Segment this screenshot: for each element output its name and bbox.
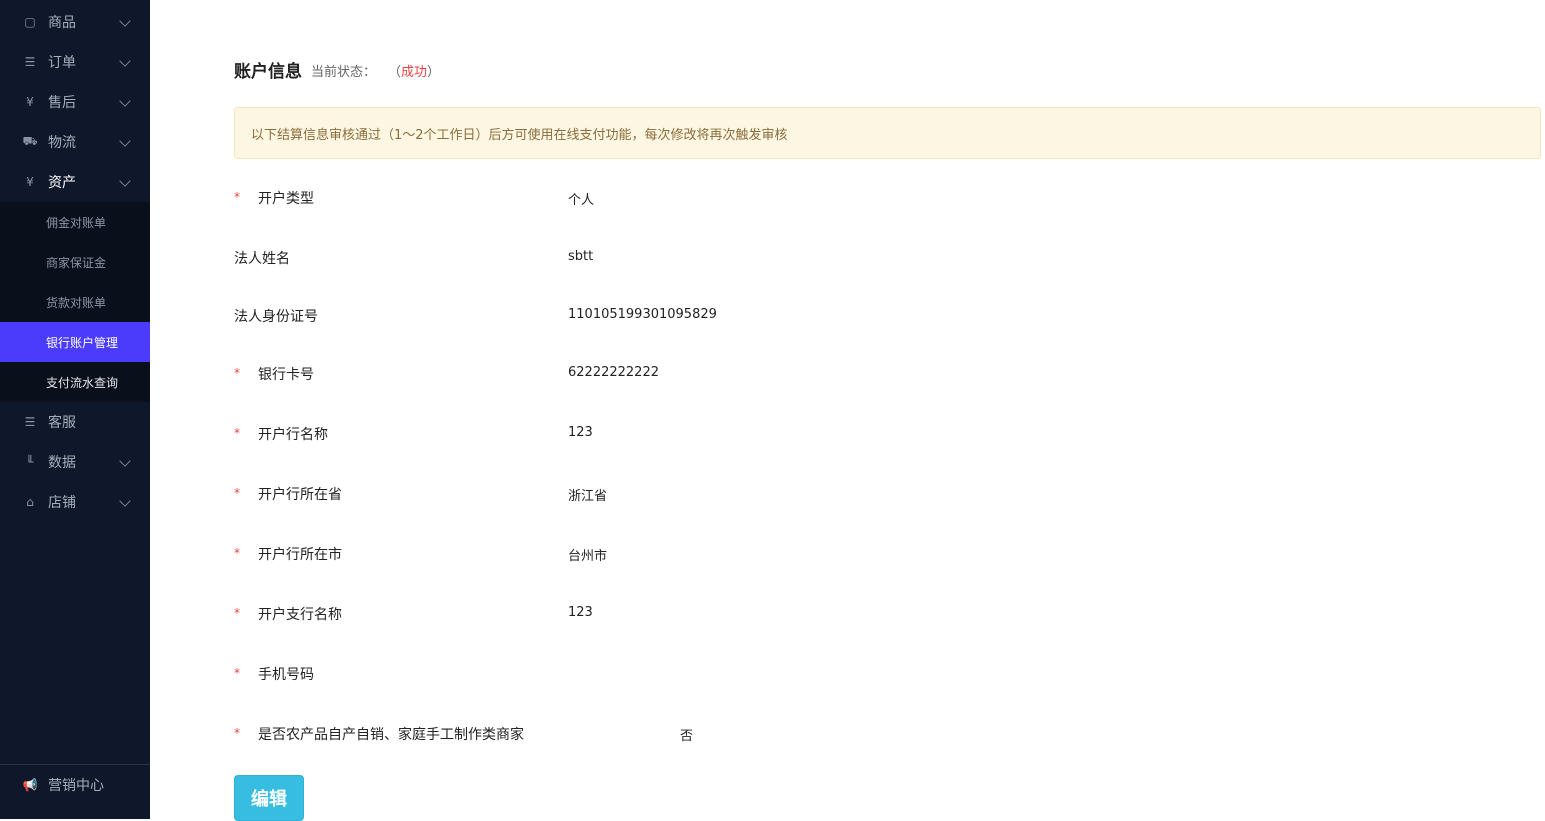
field-row: * 银行卡号 62222222222	[234, 364, 1234, 384]
field-row: * 开户支行名称 123	[234, 604, 1234, 624]
nav-item-data[interactable]: ╙ 数据	[0, 442, 150, 482]
chevron-down-icon	[119, 455, 130, 466]
subnav-commission[interactable]: 佣金对账单	[0, 202, 150, 242]
field-label: 开户类型	[258, 188, 314, 208]
paren-open: （	[388, 65, 401, 80]
edit-button[interactable]: 编辑	[234, 775, 304, 821]
subnav-bank-account[interactable]: 银行账户管理	[0, 322, 150, 362]
nav-item-assets[interactable]: ¥ 资产	[0, 162, 150, 202]
nav-item-store[interactable]: ⌂ 店铺	[0, 482, 150, 522]
chevron-down-icon	[119, 135, 130, 146]
field-value: 浙江省	[568, 485, 607, 504]
status-badge: （成功）	[388, 61, 440, 80]
nav-label: 客服	[48, 412, 76, 432]
nav-label: 商品	[48, 12, 76, 32]
nav-label: 数据	[48, 452, 76, 472]
field-row: * 开户行所在省 浙江省	[234, 484, 1234, 504]
required-mark: *	[234, 546, 240, 560]
subnav-payment-flow[interactable]: 支付流水查询	[0, 362, 150, 402]
field-label: 银行卡号	[258, 364, 314, 384]
document-icon: ☰	[22, 54, 38, 70]
chevron-down-icon	[119, 95, 130, 106]
field-row: * 是否农产品自产自销、家庭手工制作类商家 否	[234, 724, 1234, 744]
required-mark: *	[234, 666, 240, 680]
field-label: 开户行名称	[258, 424, 328, 444]
field-row: 法人身份证号 110105199301095829	[234, 306, 1234, 326]
required-mark: *	[234, 366, 240, 380]
field-label: 开户支行名称	[258, 604, 342, 624]
bag-icon: ▢	[22, 14, 38, 30]
field-label: 法人身份证号	[234, 306, 318, 326]
notice-banner: 以下结算信息审核通过（1～2个工作日）后方可使用在线支付功能，每次修改将再次触发…	[234, 107, 1541, 159]
chevron-down-icon	[119, 55, 130, 66]
field-label: 手机号码	[258, 664, 314, 684]
yen-box-icon: ¥	[22, 94, 38, 110]
field-value: 123	[568, 605, 593, 620]
chevron-down-icon	[119, 15, 130, 26]
paren-close: ）	[427, 65, 440, 80]
field-row: * 开户类型 个人	[234, 188, 1234, 208]
nav-item-aftersale[interactable]: ¥ 售后	[0, 82, 150, 122]
chevron-down-icon	[119, 495, 130, 506]
nav-item-service[interactable]: ☰ 客服	[0, 402, 150, 442]
field-value: 台州市	[568, 545, 607, 564]
field-value: 123	[568, 425, 593, 440]
sidebar: ▢ 商品 ☰ 订单 ¥ 售后 ⛟ 物流 ¥ 资产 佣金对账单 商家保证金 货款对账单 银行…	[0, 0, 150, 819]
nav-item-products[interactable]: ▢ 商品	[0, 2, 150, 42]
yen-box-icon: ¥	[22, 174, 38, 190]
nav-item-orders[interactable]: ☰ 订单	[0, 42, 150, 82]
nav-label: 资产	[48, 172, 76, 192]
status-label: 当前状态：	[311, 61, 376, 80]
chart-icon: ╙	[22, 454, 38, 470]
status-value: 成功	[401, 65, 427, 80]
required-mark: *	[234, 190, 240, 204]
field-row: * 开户行名称 123	[234, 424, 1234, 444]
subnav-payment-statement[interactable]: 货款对账单	[0, 282, 150, 322]
field-row: * 手机号码	[234, 664, 1234, 684]
nav-label: 订单	[48, 52, 76, 72]
required-mark: *	[234, 726, 240, 740]
required-mark: *	[234, 426, 240, 440]
truck-icon: ⛟	[22, 134, 38, 150]
field-label: 法人姓名	[234, 248, 290, 268]
field-label: 开户行所在市	[258, 544, 342, 564]
nav-label: 物流	[48, 132, 76, 152]
field-value: 110105199301095829	[568, 307, 717, 322]
page-title: 账户信息	[234, 57, 302, 82]
chevron-down-icon	[119, 175, 130, 186]
subnav-deposit[interactable]: 商家保证金	[0, 242, 150, 282]
nav-label: 售后	[48, 92, 76, 112]
document-icon: ☰	[22, 414, 38, 430]
field-label: 是否农产品自产自销、家庭手工制作类商家	[258, 724, 524, 744]
field-value: sbtt	[568, 249, 593, 264]
field-value: 否	[680, 725, 693, 744]
store-icon: ⌂	[22, 494, 38, 510]
required-mark: *	[234, 606, 240, 620]
nav-label: 店铺	[48, 492, 76, 512]
field-row: * 开户行所在市 台州市	[234, 544, 1234, 564]
nav-item-marketing[interactable]: 📢 营销中心	[0, 765, 150, 805]
required-mark: *	[234, 486, 240, 500]
nav-item-logistics[interactable]: ⛟ 物流	[0, 122, 150, 162]
field-row: 法人姓名 sbtt	[234, 248, 1234, 268]
field-value: 个人	[568, 189, 594, 208]
nav-label: 营销中心	[48, 775, 104, 795]
field-label: 开户行所在省	[258, 484, 342, 504]
megaphone-icon: 📢	[22, 777, 38, 793]
field-value: 62222222222	[568, 365, 659, 380]
